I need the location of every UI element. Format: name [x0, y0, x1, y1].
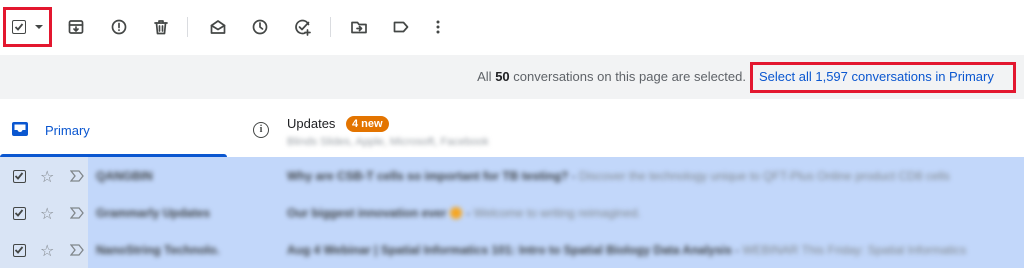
email-subject-line: Our biggest innovation ever - Welcome to …: [287, 206, 641, 220]
category-tabs: Primary i Updates 4 new Blinds Slides, A…: [0, 99, 1024, 157]
row-checkbox[interactable]: [13, 170, 26, 183]
row-checkbox[interactable]: [13, 207, 26, 220]
email-row[interactable]: ☆ Grammarly Updates Our biggest innovati…: [0, 194, 1024, 231]
toolbar-divider: [330, 17, 331, 37]
importance-marker-icon[interactable]: [70, 170, 84, 182]
email-subject: Why are CSB-T cells so important for TB …: [287, 169, 569, 183]
info-icon[interactable]: i: [253, 122, 269, 138]
new-count-badge: 4 new: [346, 116, 389, 132]
selection-suffix: conversations on this page are selected.: [513, 69, 746, 84]
more-options-button[interactable]: [425, 14, 451, 40]
selection-banner: All 50 conversations on this page are se…: [0, 55, 1024, 99]
report-spam-button[interactable]: [106, 14, 132, 40]
mark-as-read-icon: [210, 20, 226, 34]
inbox-icon: [12, 122, 28, 136]
email-row[interactable]: ☆ QANGBIN Why are CSB-T cells so importa…: [0, 157, 1024, 194]
label-icon: [393, 21, 409, 33]
checkmark-icon: [14, 172, 24, 180]
tab-primary-label: Primary: [45, 123, 90, 138]
checkmark-icon: [14, 246, 24, 254]
selection-count: 50: [495, 69, 510, 84]
select-all-highlight: [3, 7, 52, 47]
email-preview: Welcome to writing reimagined.: [473, 206, 641, 220]
delete-icon: [154, 20, 168, 35]
add-to-tasks-icon: [295, 19, 311, 36]
email-sender: NanoString Technolo.: [96, 243, 220, 257]
emoji-icon: [450, 207, 463, 219]
row-checkbox[interactable]: [13, 244, 26, 257]
tab-primary[interactable]: Primary: [0, 99, 227, 157]
move-to-icon: [351, 21, 367, 34]
email-subject-line: Why are CSB-T cells so important for TB …: [287, 169, 950, 183]
star-icon[interactable]: ☆: [40, 167, 54, 187]
delete-button[interactable]: [148, 14, 174, 40]
archive-icon: [68, 20, 84, 34]
archive-button[interactable]: [63, 14, 89, 40]
email-list: ☆ QANGBIN Why are CSB-T cells so importa…: [0, 157, 1024, 268]
label-button[interactable]: [388, 14, 414, 40]
snooze-icon: [252, 19, 268, 35]
more-options-icon: [436, 20, 440, 34]
importance-marker-icon[interactable]: [70, 244, 84, 256]
email-subject: Our biggest innovation ever: [287, 206, 447, 220]
toolbar: [0, 0, 1024, 55]
email-sender: QANGBIN: [96, 169, 153, 183]
selection-message: All 50 conversations on this page are se…: [477, 69, 746, 84]
email-preview: WEBINAR This Friday: Spatial Informatics: [742, 243, 967, 257]
move-to-button[interactable]: [346, 14, 372, 40]
email-subject: Aug 4 Webinar | Spatial Informatics 101:…: [287, 243, 732, 257]
email-row[interactable]: ☆ NanoString Technolo. Aug 4 Webinar | S…: [0, 231, 1024, 268]
select-all-conversations-link[interactable]: Select all 1,597 conversations in Primar…: [759, 69, 994, 84]
star-icon[interactable]: ☆: [40, 241, 54, 261]
email-subject-line: Aug 4 Webinar | Spatial Informatics 101:…: [287, 243, 967, 257]
tab-updates-subtitle: Blinds Slides, Apple, Microsoft, Faceboo…: [287, 136, 489, 148]
mark-as-read-button[interactable]: [205, 14, 231, 40]
checkmark-icon: [14, 23, 24, 31]
tab-updates-label: Updates: [287, 116, 336, 131]
email-preview: Discover the technology unique to QFT-Pl…: [579, 169, 950, 183]
report-spam-icon: [111, 19, 127, 35]
email-sender: Grammarly Updates: [96, 206, 211, 220]
add-to-tasks-button[interactable]: [290, 14, 316, 40]
toolbar-divider: [187, 17, 188, 37]
snooze-button[interactable]: [247, 14, 273, 40]
star-icon[interactable]: ☆: [40, 204, 54, 224]
selection-prefix: All: [477, 69, 492, 84]
checkmark-icon: [14, 209, 24, 217]
select-all-checkbox[interactable]: [12, 20, 26, 34]
importance-marker-icon[interactable]: [70, 207, 84, 219]
select-dropdown-chevron-icon[interactable]: [35, 25, 43, 29]
